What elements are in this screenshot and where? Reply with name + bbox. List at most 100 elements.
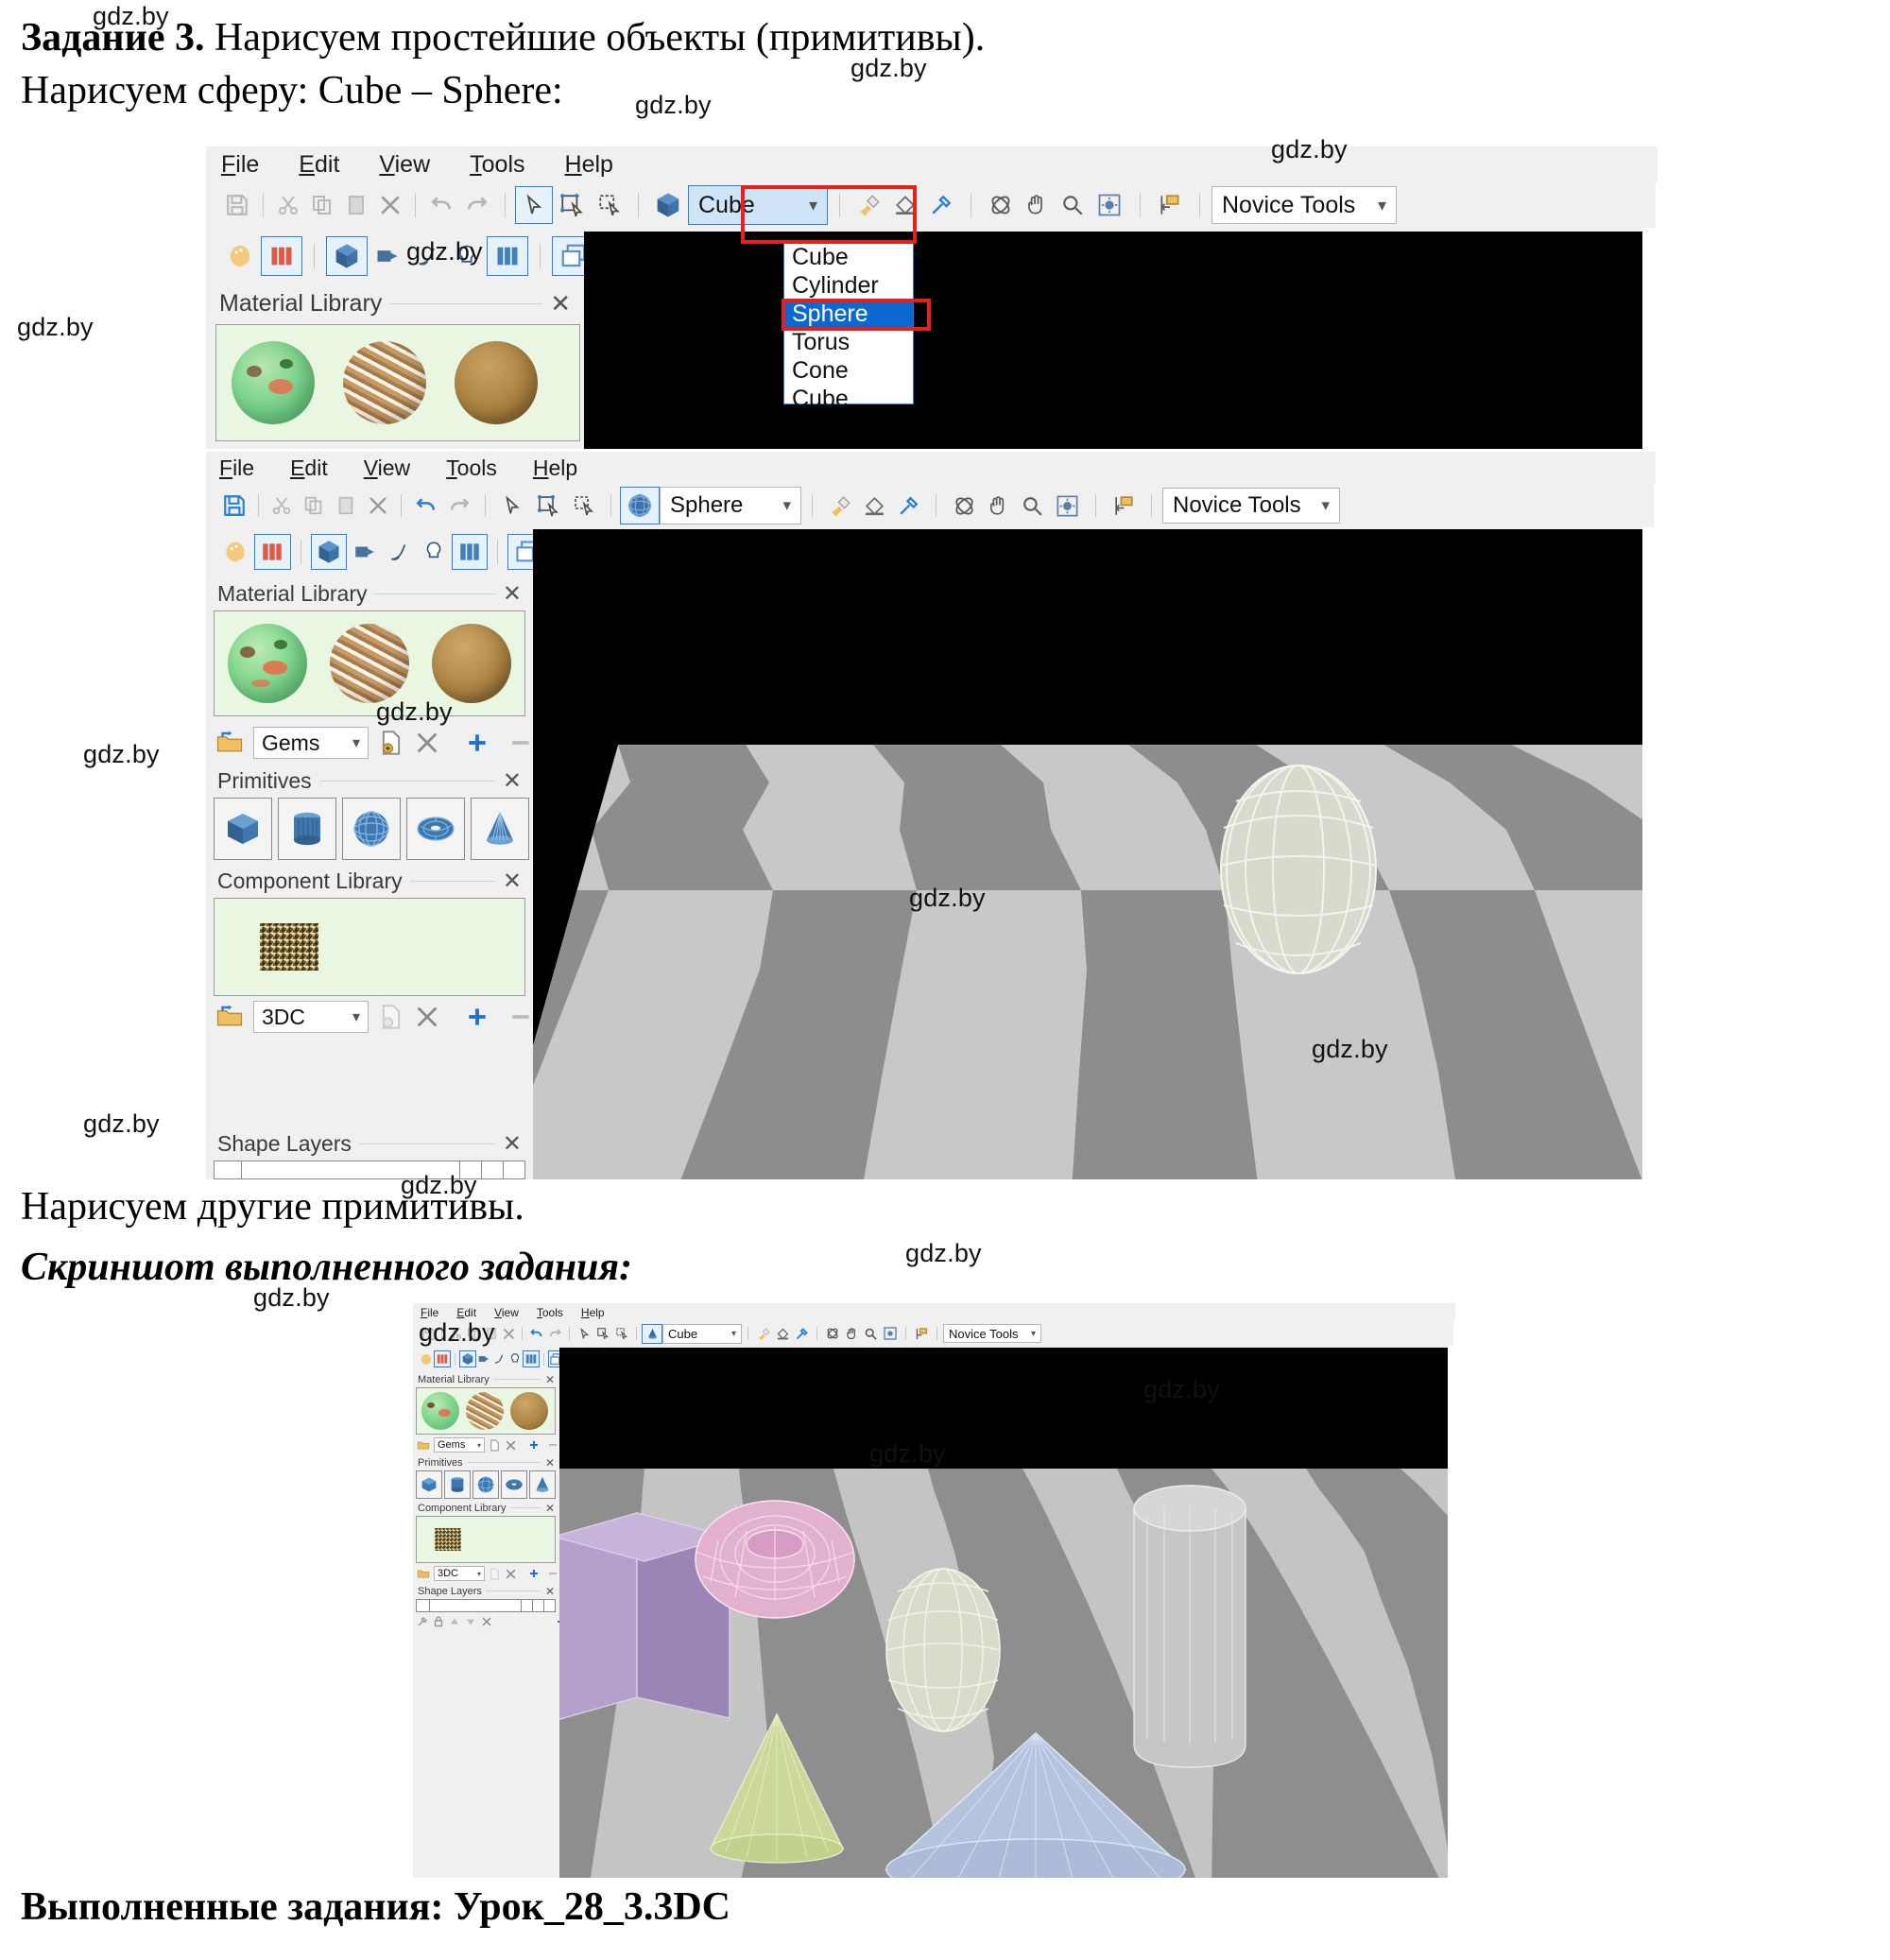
close-icon[interactable]: ✕ bbox=[503, 767, 522, 795]
lock-icon[interactable] bbox=[433, 1616, 444, 1627]
layout-icon[interactable] bbox=[1152, 187, 1188, 223]
new-material-icon[interactable] bbox=[489, 1439, 501, 1452]
component-library-icon[interactable] bbox=[523, 1350, 540, 1367]
close-icon[interactable]: ✕ bbox=[545, 1502, 555, 1515]
close-icon[interactable]: ✕ bbox=[503, 1130, 522, 1158]
eyedropper-icon[interactable] bbox=[923, 187, 959, 223]
wrench-icon[interactable] bbox=[417, 1616, 428, 1627]
material-swatch[interactable] bbox=[466, 1392, 504, 1430]
sphere-primitive[interactable] bbox=[472, 1470, 499, 1499]
select-arrow-icon[interactable] bbox=[494, 488, 530, 524]
cylinder-primitive[interactable] bbox=[278, 798, 336, 860]
orbit-icon[interactable] bbox=[983, 187, 1019, 223]
cube-primitive[interactable] bbox=[416, 1470, 442, 1499]
close-icon[interactable]: ✕ bbox=[545, 1456, 555, 1470]
material-library-combo[interactable]: Gems ▾ bbox=[253, 727, 369, 759]
add-icon[interactable] bbox=[465, 1005, 490, 1029]
material-swatch[interactable] bbox=[232, 341, 315, 424]
light-pose-icon[interactable] bbox=[382, 534, 417, 570]
cube-primitive[interactable] bbox=[214, 798, 272, 860]
close-icon[interactable]: ✕ bbox=[503, 580, 522, 608]
delete-icon[interactable] bbox=[500, 1324, 518, 1343]
save-icon[interactable] bbox=[217, 489, 251, 523]
undo-icon[interactable] bbox=[408, 489, 442, 523]
undo-icon[interactable] bbox=[423, 187, 459, 223]
menu-edit[interactable]: Edit bbox=[299, 151, 339, 179]
menu-tools[interactable]: Tools bbox=[537, 1306, 563, 1319]
add-icon[interactable] bbox=[465, 731, 490, 755]
component-swatch[interactable] bbox=[435, 1528, 461, 1551]
dropdown-item-1[interactable]: Cylinder bbox=[784, 271, 913, 300]
menu-tools[interactable]: Tools bbox=[470, 151, 524, 179]
open-folder-icon[interactable] bbox=[215, 1003, 244, 1031]
zoom-magnifier-icon[interactable] bbox=[861, 1324, 880, 1343]
open-folder-icon[interactable] bbox=[417, 1438, 430, 1452]
tools-combo-window-3[interactable]: Novice Tools ▾ bbox=[943, 1324, 1041, 1343]
menu-edit[interactable]: Edit bbox=[456, 1306, 476, 1319]
menu-file[interactable]: File bbox=[221, 151, 259, 179]
paste-icon[interactable] bbox=[339, 187, 373, 223]
shape-layers-table[interactable] bbox=[416, 1599, 556, 1612]
menu-help[interactable]: Help bbox=[565, 151, 613, 179]
delete-material-icon[interactable] bbox=[414, 730, 440, 756]
material-swatch[interactable] bbox=[432, 624, 511, 703]
dropdown-item-0[interactable]: Cube bbox=[784, 243, 913, 271]
remove-icon[interactable] bbox=[508, 731, 533, 755]
shape-layers-table[interactable] bbox=[214, 1161, 525, 1179]
cube-icon[interactable] bbox=[648, 186, 688, 224]
component-library-icon[interactable] bbox=[487, 236, 528, 276]
rect-select-icon[interactable] bbox=[566, 488, 602, 524]
cone-icon[interactable] bbox=[642, 1323, 662, 1344]
select-arrow-icon[interactable] bbox=[575, 1324, 593, 1343]
new-component-icon[interactable] bbox=[378, 1004, 404, 1030]
pan-hand-icon[interactable] bbox=[981, 489, 1015, 523]
dropdown-item-4[interactable]: Cone bbox=[784, 356, 913, 385]
add-icon[interactable] bbox=[528, 1568, 540, 1579]
rect-select-icon[interactable] bbox=[591, 186, 628, 224]
orbit-icon[interactable] bbox=[823, 1324, 842, 1343]
remove-icon[interactable] bbox=[547, 1568, 558, 1579]
shape-icon[interactable] bbox=[326, 236, 368, 276]
component-library-combo[interactable]: 3DC ▾ bbox=[434, 1566, 485, 1581]
close-icon[interactable]: ✕ bbox=[545, 1373, 555, 1386]
delete-material-icon[interactable] bbox=[505, 1439, 517, 1452]
tools-combo-window-2[interactable]: Novice Tools ▾ bbox=[1162, 488, 1340, 524]
redo-icon[interactable] bbox=[459, 187, 495, 223]
undo-icon[interactable] bbox=[526, 1324, 545, 1343]
shape-combo-window-2[interactable]: Sphere ▾ bbox=[660, 487, 801, 524]
texture-icon[interactable] bbox=[476, 1350, 491, 1367]
cut-icon[interactable] bbox=[266, 489, 298, 523]
menu-file[interactable]: File bbox=[421, 1306, 438, 1319]
material-swatch[interactable] bbox=[343, 341, 426, 424]
close-icon[interactable]: ✕ bbox=[550, 289, 571, 318]
copy-icon[interactable] bbox=[298, 489, 330, 523]
menu-tools[interactable]: Tools bbox=[446, 456, 497, 481]
light-pose-icon[interactable] bbox=[491, 1350, 507, 1367]
tools-combo-window-1[interactable]: Novice Tools ▾ bbox=[1211, 186, 1397, 224]
material-swatch[interactable] bbox=[330, 624, 409, 703]
paste-icon[interactable] bbox=[330, 489, 362, 523]
delete-component-icon[interactable] bbox=[414, 1004, 440, 1030]
window-1-viewport[interactable] bbox=[584, 232, 1642, 449]
menu-help[interactable]: Help bbox=[533, 456, 577, 481]
palette-icon[interactable] bbox=[419, 1350, 434, 1367]
shape-icon[interactable] bbox=[310, 534, 348, 570]
material-swatch[interactable] bbox=[228, 624, 307, 703]
fit-view-icon[interactable] bbox=[1091, 187, 1128, 223]
cone-primitive[interactable] bbox=[471, 798, 529, 860]
redo-icon[interactable] bbox=[442, 489, 476, 523]
torus-primitive[interactable] bbox=[501, 1470, 527, 1499]
rect-select-icon[interactable] bbox=[612, 1324, 631, 1343]
window-2-viewport[interactable] bbox=[533, 529, 1642, 1179]
sphere-icon[interactable] bbox=[620, 487, 660, 524]
material-library-combo[interactable]: Gems ▾ bbox=[434, 1437, 485, 1453]
paint-brush-icon[interactable] bbox=[823, 489, 857, 523]
material-swatch[interactable] bbox=[455, 341, 538, 424]
material-library-icon[interactable] bbox=[434, 1350, 452, 1367]
component-library-combo[interactable]: 3DC ▾ bbox=[253, 1001, 369, 1033]
transform-select-icon[interactable] bbox=[553, 186, 591, 224]
menu-view[interactable]: View bbox=[379, 151, 430, 179]
sphere-primitive[interactable] bbox=[342, 798, 401, 860]
zoom-magnifier-icon[interactable] bbox=[1055, 187, 1091, 223]
move-down-icon[interactable] bbox=[465, 1616, 476, 1627]
